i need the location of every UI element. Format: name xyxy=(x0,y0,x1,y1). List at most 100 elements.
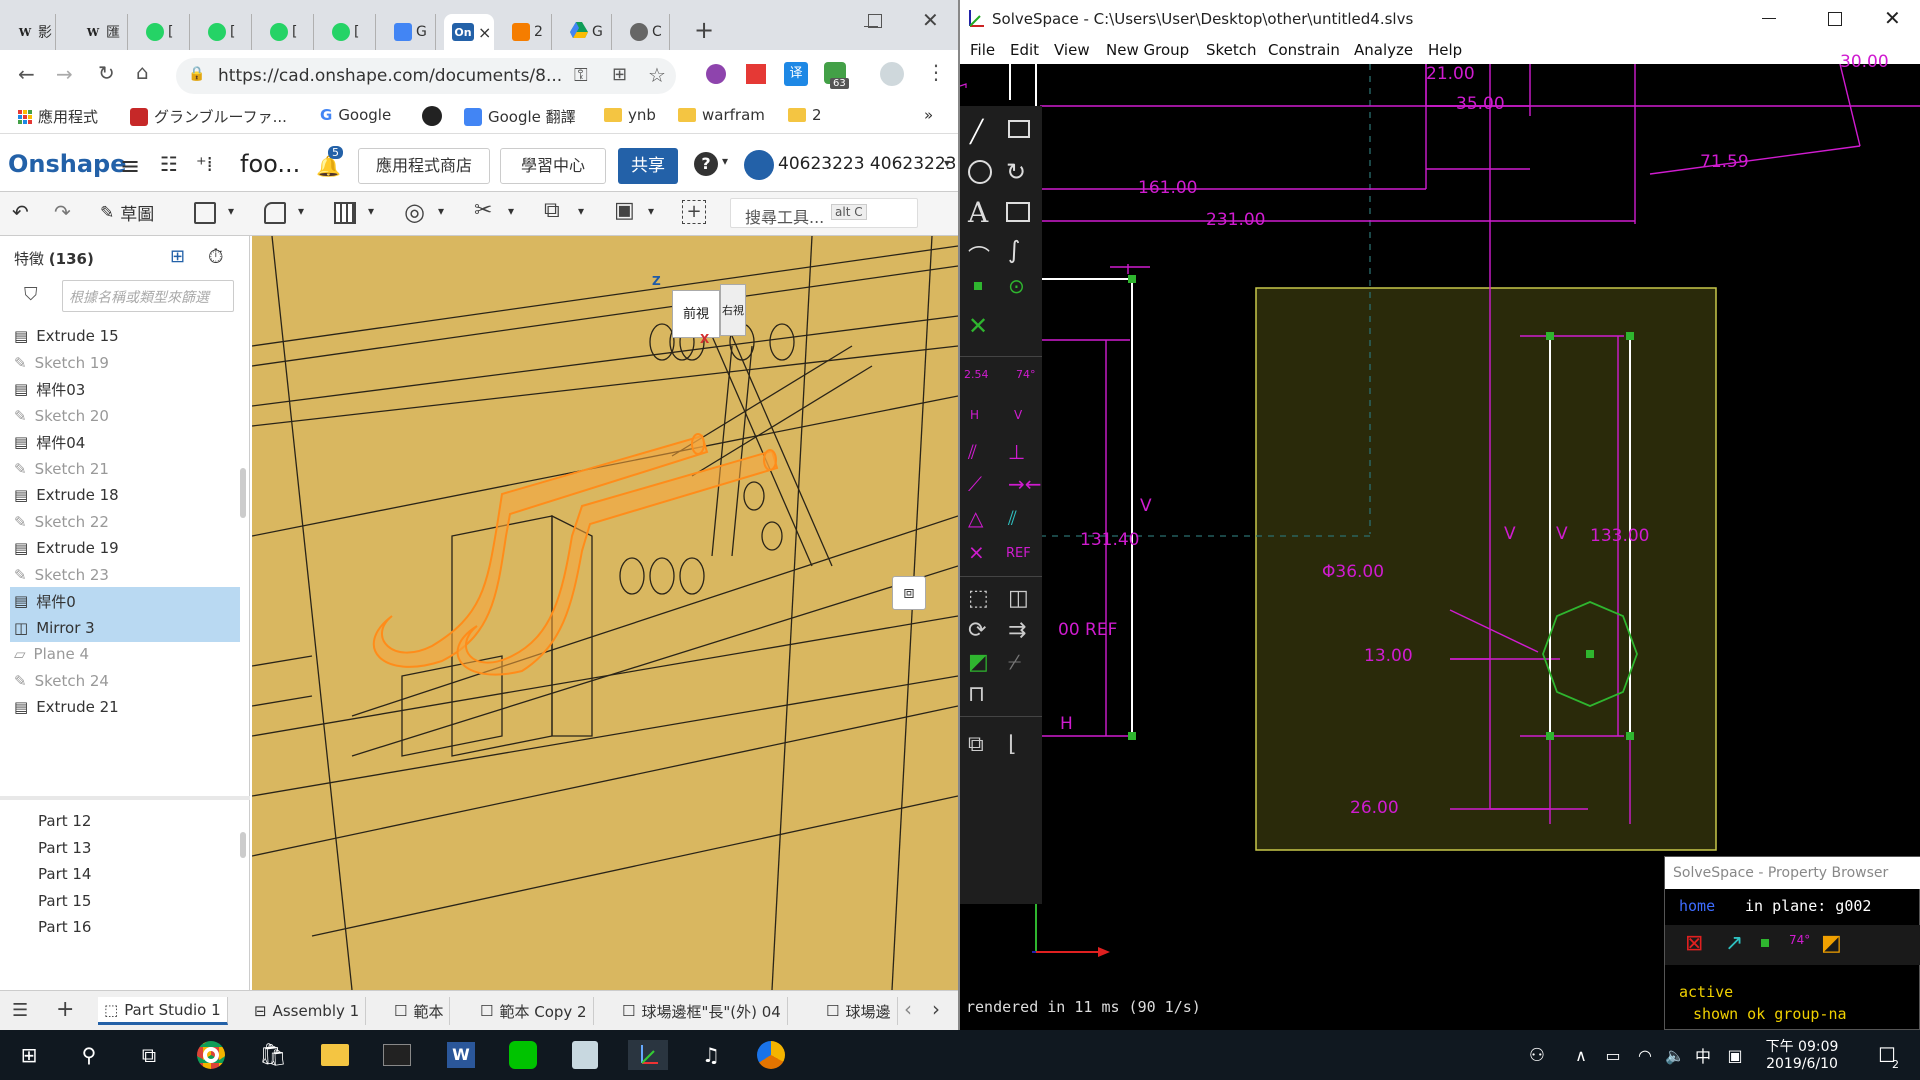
feature-item[interactable]: ▤ Extrude 19 xyxy=(10,534,240,562)
bookmark-2[interactable]: 2 xyxy=(788,106,822,124)
step-rotate-icon[interactable]: ⟳ xyxy=(968,618,986,643)
dim-diameter-36[interactable]: Φ36.00 xyxy=(1322,562,1384,582)
image-tool-icon[interactable] xyxy=(1006,202,1030,222)
menu-constrain[interactable]: Constrain xyxy=(1268,41,1340,59)
normals-toggle-icon[interactable]: ↗ xyxy=(1725,931,1743,956)
close-window-button[interactable]: ✕ xyxy=(1884,6,1901,30)
reload-icon[interactable]: ↻ xyxy=(98,61,115,85)
close-window-button[interactable]: ✕ xyxy=(922,8,939,32)
arc-tool-icon[interactable]: ↻ xyxy=(1006,158,1026,186)
maximize-button[interactable] xyxy=(1828,12,1842,26)
part-item[interactable]: Part 16 xyxy=(38,918,91,936)
rectangle-tool-icon[interactable] xyxy=(1008,120,1030,138)
feature-item[interactable]: ✎ Sketch 24 xyxy=(10,667,240,695)
bookmark-granblue[interactable]: グランブルーファ... xyxy=(130,106,287,127)
tab-word-2[interactable]: W匯 xyxy=(76,14,128,50)
bookmark-ynb[interactable]: ynb xyxy=(604,106,656,124)
feature-item[interactable]: ◫ Mirror 3 xyxy=(10,613,240,642)
other-constraint-icon[interactable]: ⨯ xyxy=(968,540,985,564)
feature-item[interactable]: ✎ Sketch 22 xyxy=(10,508,240,536)
workplane-toggle-icon[interactable]: ⊠ xyxy=(1685,931,1703,956)
extrude-group-icon[interactable]: ⬚ xyxy=(968,586,989,611)
dim-71-59[interactable]: 71.59 xyxy=(1700,152,1749,172)
step-translate-icon[interactable]: ⇉ xyxy=(1008,618,1026,643)
app-store-button[interactable]: 應用程式商店 xyxy=(358,148,490,184)
dim-13[interactable]: 13.00 xyxy=(1364,646,1413,666)
user-name[interactable]: 40623223 40623223 xyxy=(778,154,956,174)
dim-35[interactable]: 35.00 xyxy=(1456,94,1505,114)
tab-web[interactable]: C xyxy=(622,14,670,50)
part-item[interactable]: Part 15 xyxy=(38,892,91,910)
profile-avatar[interactable] xyxy=(880,62,904,86)
chevron-down-icon[interactable]: ▾ xyxy=(298,204,304,218)
clock[interactable]: 下午 09:09 2019/6/10 xyxy=(1762,1036,1842,1072)
workplane-icon[interactable]: ◩ xyxy=(968,650,989,675)
link-file-icon[interactable]: ⊓ xyxy=(968,682,985,707)
tab-list-icon[interactable]: ☰ xyxy=(12,1000,28,1021)
transform-icon[interactable]: ⧉ xyxy=(544,198,560,223)
tab-chat-2[interactable]: [ xyxy=(200,14,252,50)
feature-item[interactable]: ✎ Sketch 20 xyxy=(10,402,240,430)
bookmark-warfram[interactable]: warfram xyxy=(678,106,765,124)
feature-item[interactable]: ✎ Sketch 19 xyxy=(10,349,240,377)
hamburger-icon[interactable]: ≡ xyxy=(120,152,140,180)
learning-center-button[interactable]: 學習中心 xyxy=(500,148,606,184)
chrome-icon[interactable] xyxy=(196,1040,226,1070)
search-icon[interactable]: ⚲ xyxy=(74,1040,104,1070)
new-tab-button[interactable]: + xyxy=(694,16,714,44)
feature-item[interactable]: ✎ Sketch 21 xyxy=(10,455,240,483)
back-icon[interactable]: ← xyxy=(18,62,35,86)
extrude-icon[interactable] xyxy=(194,202,216,224)
view-cube-front[interactable]: 前視 xyxy=(672,290,720,338)
equal-constraint-icon[interactable]: ⫽ xyxy=(1008,506,1017,530)
tab-word-1[interactable]: W影 xyxy=(8,14,56,50)
menu-sketch[interactable]: Sketch xyxy=(1206,41,1257,59)
menu-edit[interactable]: Edit xyxy=(1010,41,1039,59)
star-icon[interactable]: ☆ xyxy=(648,63,666,87)
chevron-down-icon[interactable]: ▾ xyxy=(438,204,444,218)
tab-chat-3[interactable]: [ xyxy=(262,14,314,50)
parts-scrollbar[interactable] xyxy=(240,832,246,858)
url-text[interactable]: https://cad.onshape.com/documents/8... xyxy=(218,66,562,86)
scroll-left-icon[interactable]: ‹ xyxy=(904,997,912,1021)
feature-item[interactable]: ▤ Extrude 15 xyxy=(10,322,240,350)
tab-onshape[interactable]: On × xyxy=(444,14,494,50)
constraints-toggle-icon[interactable]: 74° xyxy=(1789,933,1810,947)
word-app-icon[interactable]: W xyxy=(446,1040,476,1070)
volume-icon[interactable]: 🔈 xyxy=(1660,1040,1690,1070)
plane-icon[interactable]: ▣ xyxy=(614,198,635,223)
store-icon[interactable]: 🛍 xyxy=(258,1040,288,1070)
app-icon[interactable]: ♫ xyxy=(696,1040,726,1070)
chevron-down-icon[interactable]: ▾ xyxy=(578,204,584,218)
feature-item[interactable]: ▤ Extrude 21 xyxy=(10,693,240,721)
menu-analyze[interactable]: Analyze xyxy=(1354,41,1413,59)
key-icon[interactable]: ⚿ xyxy=(574,65,588,86)
angle-constraint-icon[interactable]: 74° xyxy=(1016,368,1036,381)
text-tool-icon[interactable]: A xyxy=(968,196,988,229)
menu-file[interactable]: File xyxy=(970,41,995,59)
extension-icon[interactable] xyxy=(746,64,766,84)
fillet-icon[interactable] xyxy=(264,202,286,224)
split-curves-icon[interactable]: ✕ xyxy=(968,312,988,340)
redo-icon[interactable]: ↷ xyxy=(54,200,71,224)
boolean-icon[interactable]: ◎ xyxy=(404,198,425,226)
feature-item[interactable]: ▤ 桿件03 xyxy=(10,375,240,403)
feature-item[interactable]: ✎ Sketch 23 xyxy=(10,561,240,589)
nearest-ortho-icon[interactable]: ⌊ xyxy=(1008,732,1017,757)
add-folder-icon[interactable]: ⊞ xyxy=(170,246,185,267)
minimize-button[interactable] xyxy=(1762,18,1776,19)
start-icon[interactable]: ⊞ xyxy=(14,1040,44,1070)
search-tools-input[interactable]: 搜尋工具... alt C xyxy=(730,198,918,228)
translate-ext-icon[interactable]: 译 xyxy=(784,62,808,86)
add-tab-icon[interactable]: + xyxy=(56,997,74,1022)
bookmark-translate[interactable]: Google 翻譯 xyxy=(464,106,576,127)
file-explorer-icon[interactable] xyxy=(320,1040,350,1070)
tab-chat-4[interactable]: [ xyxy=(324,14,376,50)
menu-new-group[interactable]: New Group xyxy=(1106,41,1189,59)
on-point-constraint-icon[interactable]: ⟋ xyxy=(968,472,982,496)
translate-page-icon[interactable]: ⊞ xyxy=(612,64,627,85)
construction-tool-icon[interactable]: ⊙ xyxy=(1008,274,1025,298)
bookmark-apps[interactable]: 應用程式 xyxy=(18,106,98,127)
line-tool-icon[interactable]: ╱ xyxy=(970,120,983,145)
dim-26[interactable]: 26.00 xyxy=(1350,798,1399,818)
